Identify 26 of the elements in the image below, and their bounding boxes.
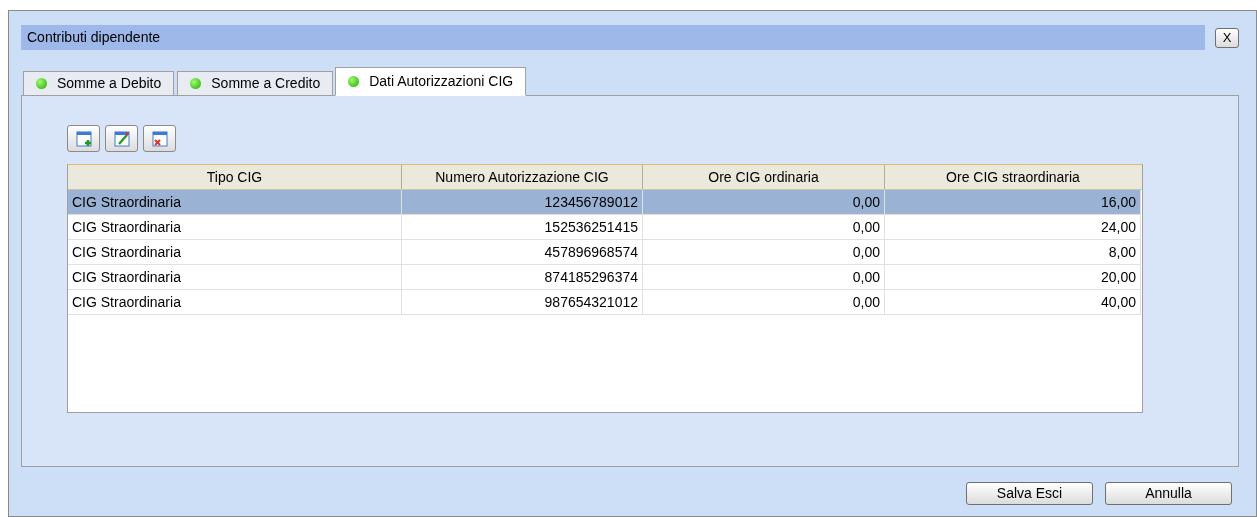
table-cell: 987654321012 <box>402 290 643 315</box>
window-title: Contributi dipendente <box>27 28 161 47</box>
table-cell: 0,00 <box>643 290 885 315</box>
delete-button[interactable] <box>143 125 176 152</box>
tab[interactable]: Somme a Credito <box>177 71 334 96</box>
table-row[interactable]: CIG Straordinaria 123456789012 0,00 16,00 <box>68 190 1141 215</box>
edit-icon <box>112 129 131 148</box>
table-cell: CIG Straordinaria <box>68 290 402 315</box>
table-row[interactable]: CIG Straordinaria 987654321012 0,00 40,00 <box>68 290 1141 315</box>
tab[interactable]: Somme a Debito <box>23 71 175 96</box>
column-header[interactable]: Tipo CIG <box>68 165 402 189</box>
tab[interactable]: Dati Autorizzazioni CIG <box>335 67 527 96</box>
delete-window-icon <box>150 129 169 148</box>
add-button[interactable] <box>67 125 100 152</box>
dialog-button[interactable]: Annulla <box>1105 482 1232 505</box>
table-row[interactable]: CIG Straordinaria 152536251415 0,00 24,00 <box>68 215 1141 240</box>
table-row[interactable]: CIG Straordinaria 457896968574 0,00 8,00 <box>68 240 1141 265</box>
add-window-icon <box>74 129 93 148</box>
column-header[interactable]: Ore CIG straordinaria <box>885 165 1141 189</box>
table-row[interactable]: CIG Straordinaria 874185296374 0,00 20,00 <box>68 265 1141 290</box>
column-header[interactable]: Numero Autorizzazione CIG <box>402 165 643 189</box>
edit-button[interactable] <box>105 125 138 152</box>
column-header[interactable]: Ore CIG ordinaria <box>643 165 885 189</box>
dialog-button[interactable]: Salva Esci <box>966 482 1093 505</box>
table-cell: 40,00 <box>885 290 1141 315</box>
close-button[interactable]: X <box>1215 27 1239 48</box>
